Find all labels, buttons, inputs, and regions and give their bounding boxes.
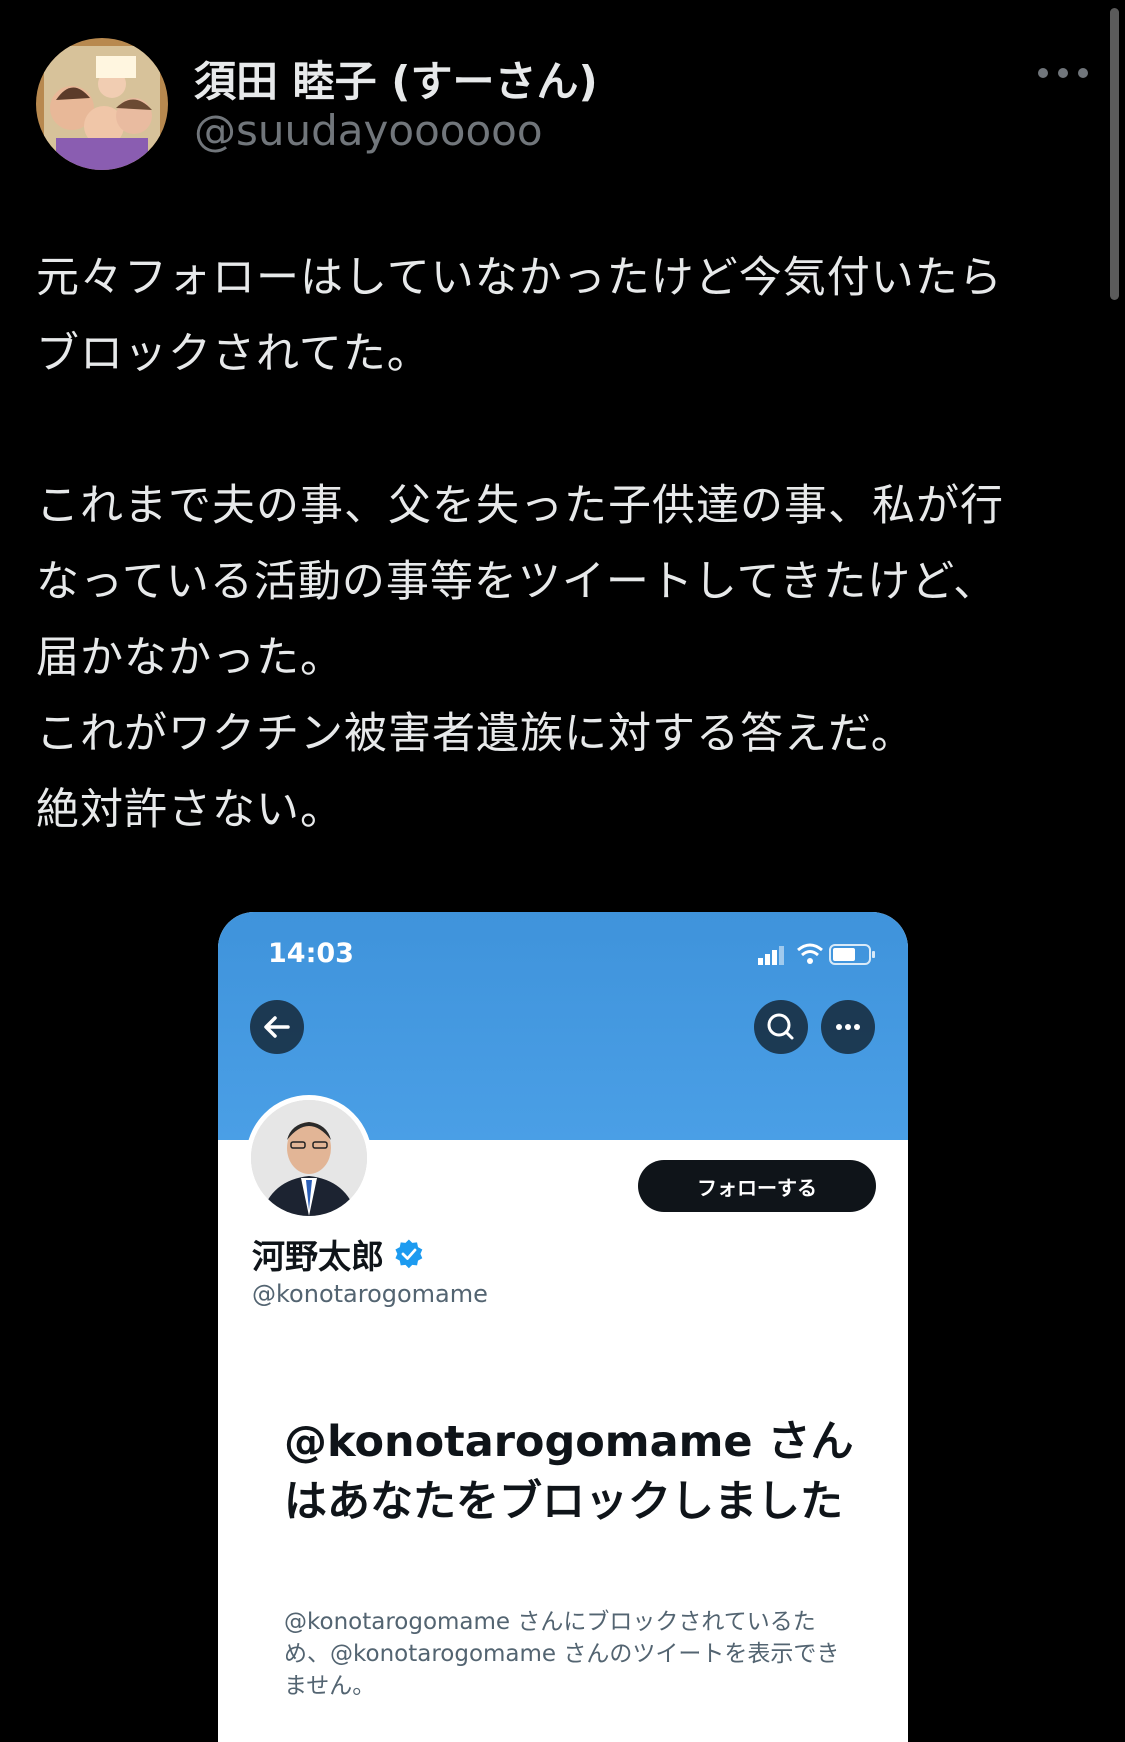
more-icon[interactable] (1038, 60, 1088, 86)
search-button[interactable] (754, 1000, 808, 1054)
status-time: 14:03 (268, 938, 354, 969)
verified-badge-icon (395, 1239, 423, 1269)
more-dot (1038, 68, 1048, 78)
author-handle[interactable]: @suudayoooooo (194, 106, 543, 155)
tweet-line: ブロックされてた。 (36, 329, 431, 379)
author-avatar[interactable] (36, 38, 168, 170)
more-dot (1078, 68, 1088, 78)
tweet-line: 絶対許さない。 (36, 785, 344, 835)
tweet-text: 元々フォローはしていなかったけど今気付いたら ブロックされてた。 これまで夫の事… (36, 240, 1096, 848)
blocked-title: @konotarogomame さんはあなたをブロックしました (284, 1417, 854, 1527)
tweet-header: 須田 睦子 (すーさん) @suudayoooooo (36, 38, 1096, 170)
status-icons (758, 940, 878, 968)
search-icon (767, 1013, 794, 1040)
scrollbar[interactable] (1110, 8, 1119, 300)
tweet-line: なっている活動の事等をツイートしてきたけど、 (36, 557, 998, 607)
blocked-description: @konotarogomame さんにブロックされているため、@konotaro… (284, 1609, 840, 1699)
tweet-line: これまで夫の事、父を失った子供達の事、私が行 (36, 481, 1004, 531)
profile-handle[interactable]: @konotarogomame (252, 1280, 488, 1308)
tweet-line: これがワクチン被害者遺族に対する答えだ。 (36, 709, 915, 759)
author-display-name[interactable]: 須田 睦子 (すーさん) (194, 48, 598, 109)
signal-wifi-battery-icon (758, 943, 875, 965)
follow-button[interactable]: フォローする (638, 1160, 876, 1212)
profile-avatar[interactable] (246, 1095, 372, 1221)
back-button[interactable] (250, 1000, 304, 1054)
tweet-line: 元々フォローはしていなかったけど今気付いたら (36, 253, 1003, 303)
profile-name: 河野太郎 (252, 1237, 384, 1276)
profile-more-button[interactable] (821, 1000, 875, 1054)
arrow-left-icon (264, 1016, 290, 1038)
more-dot (1058, 68, 1068, 78)
tweet-line: 届かなかった。 (36, 633, 344, 683)
more-horizontal-icon (836, 1024, 860, 1030)
attached-screenshot[interactable]: 14:03 フォローする 河野太郎 @konotarogomame @konot… (218, 912, 908, 1742)
profile-name-row: 河野太郎 (252, 1230, 424, 1278)
